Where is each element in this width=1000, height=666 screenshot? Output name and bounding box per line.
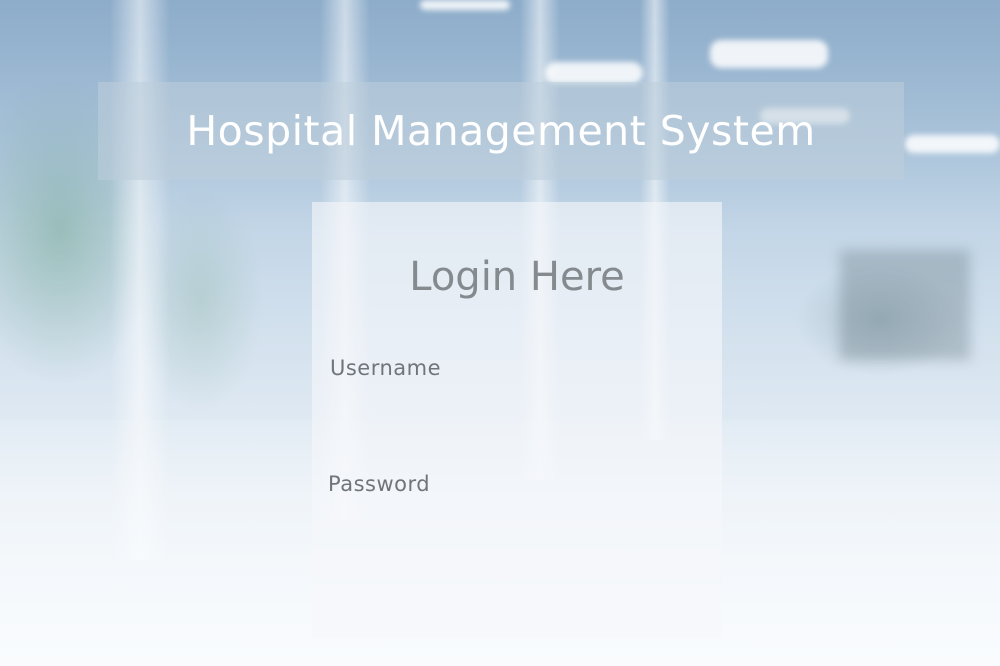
username-input[interactable] <box>328 392 704 426</box>
background-window <box>840 250 970 360</box>
username-label: Username <box>330 356 442 380</box>
password-input[interactable] <box>328 508 704 542</box>
background-lamp <box>420 0 510 10</box>
background-lamp <box>710 40 828 68</box>
login-heading: Login Here <box>409 254 625 300</box>
background-lamp <box>905 135 1000 153</box>
password-label: Password <box>328 472 431 496</box>
page-title: Hospital Management System <box>186 107 816 155</box>
login-form: Login Here Username Password <box>312 202 722 638</box>
background-lamp <box>545 62 643 84</box>
title-banner: Hospital Management System <box>98 82 904 180</box>
